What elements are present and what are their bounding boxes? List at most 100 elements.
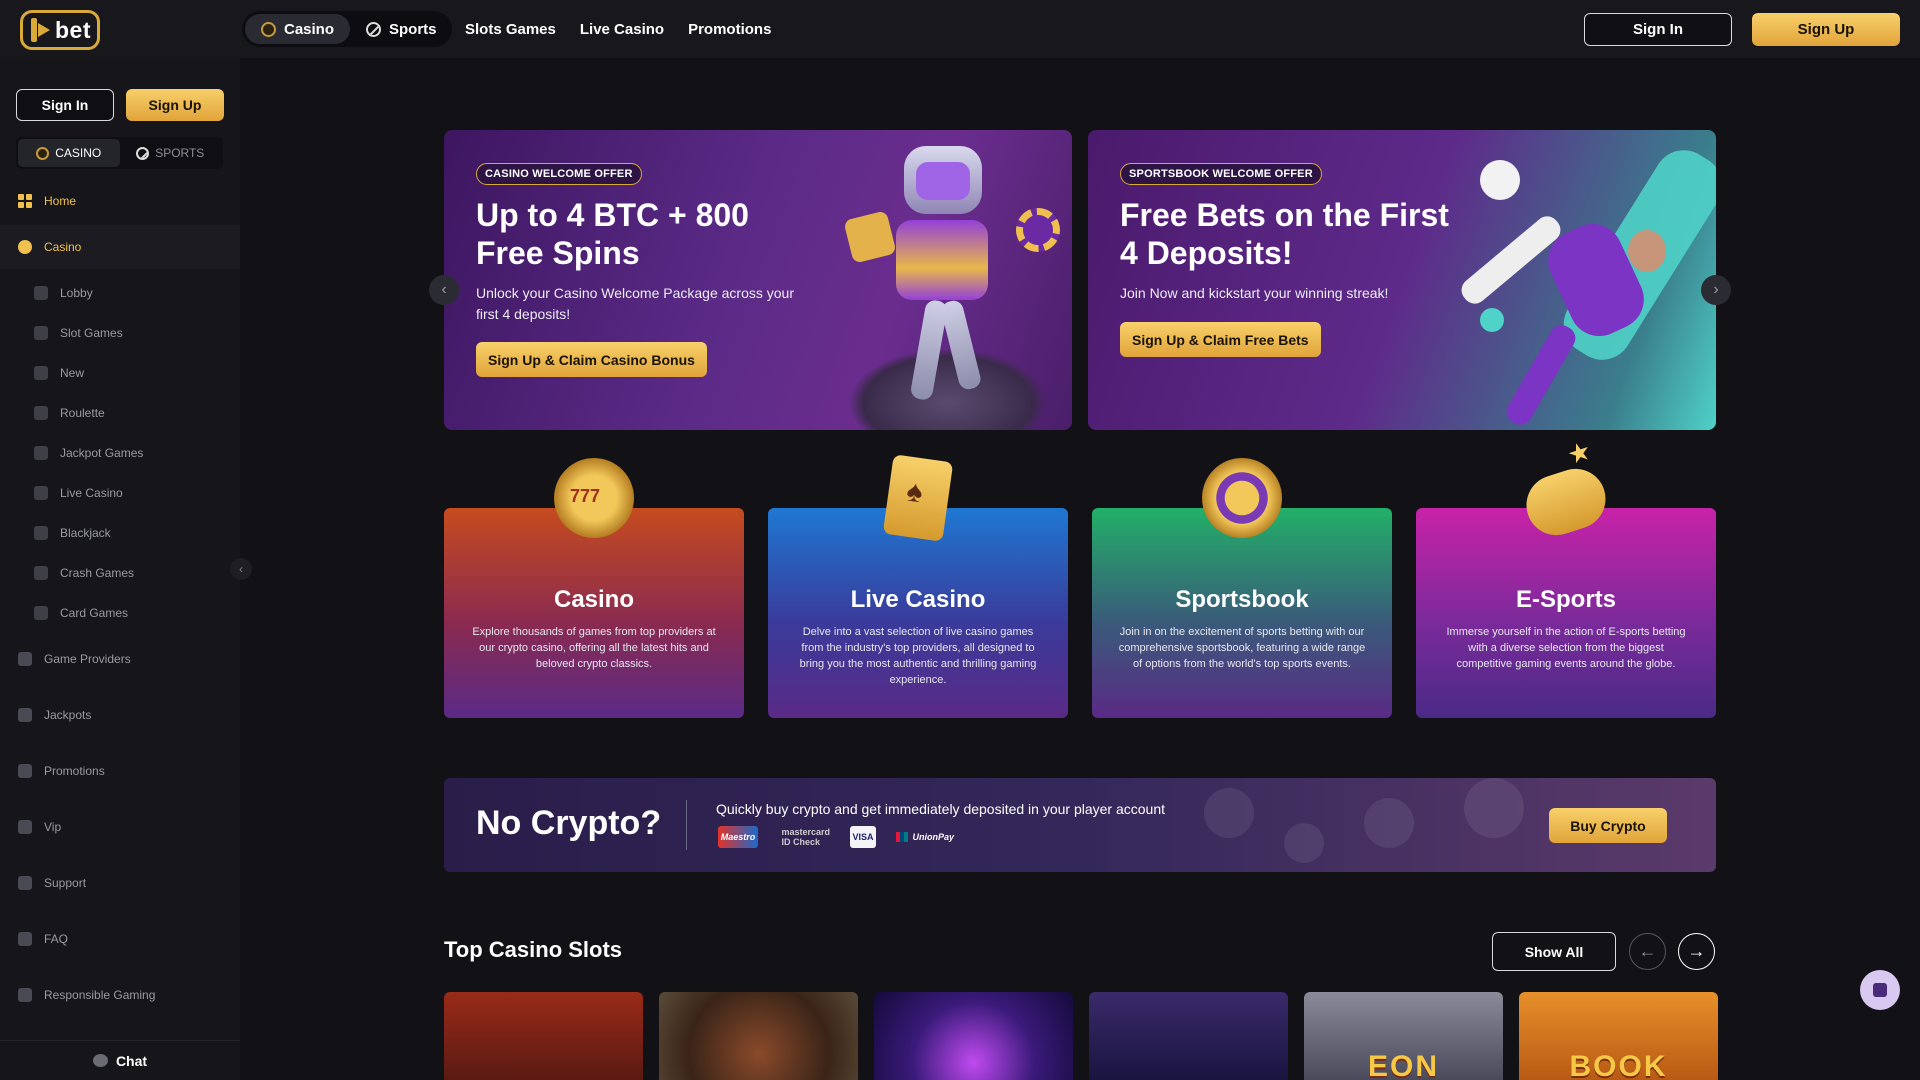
category-description: Delve into a vast selection of live casi… <box>799 626 1037 686</box>
sidebar-collapse-button[interactable]: ‹ <box>230 558 252 580</box>
sidebar-item-label: Jackpot Games <box>60 446 144 460</box>
main-nav: Slots Games Live Casino Promotions <box>465 0 771 58</box>
live-casino-icon <box>34 486 48 500</box>
sidebar-item-responsible-gaming[interactable]: Responsible Gaming <box>0 973 240 1017</box>
sidebar-item-roulette[interactable]: Roulette <box>0 397 240 429</box>
sidebar-item-label: Game Providers <box>44 652 131 666</box>
sportsbook-welcome-banner[interactable]: SPORTSBOOK WELCOME OFFER Free Bets on th… <box>1088 130 1716 430</box>
mastercard-logo-text: mastercard ID Check <box>781 827 830 847</box>
sidebar-item-label: Lobby <box>60 286 93 300</box>
banner-title: Free Bets on the First 4 Deposits! <box>1120 197 1449 271</box>
sidebar-item-label: Slot Games <box>60 326 123 340</box>
show-all-button[interactable]: Show All <box>1492 932 1616 971</box>
category-description: Join in on the excitement of sports bett… <box>1118 626 1366 670</box>
sidebar-sign-in-button[interactable]: Sign In <box>16 89 114 121</box>
sidebar-mode-sports-label: SPORTS <box>155 146 205 160</box>
sidebar: Sign In Sign Up CASINO SPORTS Home Casin… <box>0 58 240 1080</box>
banner-next-button[interactable]: › <box>1701 275 1731 305</box>
sidebar-item-home[interactable]: Home <box>0 179 240 223</box>
sidebar-item-vip[interactable]: Vip <box>0 805 240 849</box>
top-navbar: bet Casino Sports Slots Games Live Casin… <box>0 0 1920 58</box>
slot-game-tile[interactable]: BOOK <box>1519 992 1718 1080</box>
casino-chips-icon <box>18 240 32 254</box>
blackjack-icon <box>34 526 48 540</box>
payment-methods: Maestro mastercard ID Check VISA UnionPa… <box>718 826 960 848</box>
sidebar-item-new[interactable]: New <box>0 357 240 389</box>
sidebar-item-crash-games[interactable]: Crash Games <box>0 557 240 589</box>
mode-casino-button[interactable]: Casino <box>245 14 351 44</box>
section-title: Top Casino Slots <box>444 937 623 962</box>
slot-game-tile[interactable] <box>444 992 643 1080</box>
astronaut-robot-illustration <box>874 140 1024 430</box>
category-title: Live Casino <box>850 586 986 613</box>
crypto-title: No Crypto? <box>476 804 662 842</box>
nav-promotions[interactable]: Promotions <box>688 21 771 38</box>
header-sign-up-button[interactable]: Sign Up <box>1752 13 1900 46</box>
slots-next-button[interactable]: → <box>1678 933 1715 970</box>
sidebar-item-label: FAQ <box>44 932 69 946</box>
category-description: Immerse yourself in the action of E-spor… <box>1446 626 1686 670</box>
mastercard-logo: mastercard ID Check <box>772 826 836 848</box>
sidebar-item-label: Responsible Gaming <box>44 988 156 1002</box>
chevron-left-icon: ‹ <box>441 281 447 298</box>
header-sign-in-button[interactable]: Sign In <box>1584 13 1732 46</box>
unionpay-logo: UnionPay <box>890 826 960 848</box>
casino-sports-switch: Casino Sports <box>242 11 452 47</box>
football-player-head <box>1628 230 1666 272</box>
banner-title: Up to 4 BTC + 800 Free Spins <box>476 197 749 271</box>
casino-welcome-banner[interactable]: CASINO WELCOME OFFER Up to 4 BTC + 800 F… <box>444 130 1072 430</box>
sidebar-item-game-providers[interactable]: Game Providers <box>0 637 240 681</box>
brand-logo-text: bet <box>55 16 91 43</box>
sidebar-item-support[interactable]: Support <box>0 861 240 905</box>
slot-game-tile[interactable] <box>659 992 858 1080</box>
bitcoin-icon <box>1204 788 1254 838</box>
sidebar-item-slot-games[interactable]: Slot Games <box>0 317 240 349</box>
sidebar-item-jackpot-games[interactable]: Jackpot Games <box>0 437 240 469</box>
sidebar-chat-button[interactable]: Chat <box>0 1040 240 1080</box>
sidebar-item-live-casino[interactable]: Live Casino <box>0 477 240 509</box>
sidebar-item-faq[interactable]: FAQ <box>0 917 240 961</box>
live-chat-button[interactable] <box>1860 970 1900 1010</box>
visa-logo: VISA <box>850 826 876 848</box>
banner-prev-button[interactable]: ‹ <box>429 275 459 305</box>
sidebar-item-lobby[interactable]: Lobby <box>0 277 240 309</box>
sidebar-item-jackpots[interactable]: Jackpots <box>0 693 240 737</box>
category-card-esports[interactable]: E-Sports Immerse yourself in the action … <box>1416 461 1716 718</box>
football-player-leg <box>1502 320 1580 430</box>
crash-icon <box>34 566 48 580</box>
sidebar-mode-switch: CASINO SPORTS <box>16 137 223 169</box>
brand-logo[interactable]: bet <box>20 10 100 50</box>
divider <box>686 800 687 850</box>
sidebar-mode-sports[interactable]: SPORTS <box>120 139 222 167</box>
nav-live-casino[interactable]: Live Casino <box>580 21 664 38</box>
nav-slots-games[interactable]: Slots Games <box>465 21 556 38</box>
sidebar-mode-casino[interactable]: CASINO <box>18 139 120 167</box>
mode-sports-button[interactable]: Sports <box>350 14 453 44</box>
mode-sports-label: Sports <box>389 20 437 38</box>
spade-card-icon <box>882 454 954 542</box>
sidebar-item-casino[interactable]: Casino <box>0 225 240 269</box>
casino-chip-illustration <box>1016 208 1060 252</box>
sidebar-item-blackjack[interactable]: Blackjack <box>0 517 240 549</box>
sidebar-item-card-games[interactable]: Card Games <box>0 597 240 629</box>
sidebar-item-promotions[interactable]: Promotions <box>0 749 240 793</box>
slot-game-title: EON <box>1367 1050 1439 1080</box>
sidebar-sign-up-button[interactable]: Sign Up <box>126 89 224 121</box>
maestro-logo: Maestro <box>718 826 758 848</box>
category-card-live-casino[interactable]: Live Casino Delve into a vast selection … <box>768 454 1068 718</box>
slots-prev-button[interactable]: ← <box>1629 933 1666 970</box>
sidebar-item-label: Home <box>44 194 77 208</box>
slot-game-tile[interactable]: EON <box>1304 992 1503 1080</box>
slot-machine-icon <box>34 326 48 340</box>
slot-machine-icon <box>554 458 634 538</box>
sidebar-item-label: Blackjack <box>60 526 111 540</box>
category-card-casino[interactable]: Casino Explore thousands of games from t… <box>444 458 744 718</box>
chat-icon <box>1873 983 1887 997</box>
claim-casino-bonus-button[interactable]: Sign Up & Claim Casino Bonus <box>476 342 707 377</box>
buy-crypto-button[interactable]: Buy Crypto <box>1549 808 1667 843</box>
slot-game-tile[interactable] <box>874 992 1073 1080</box>
category-card-sportsbook[interactable]: Sportsbook Join in on the excitement of … <box>1092 458 1392 718</box>
slot-game-tile[interactable] <box>1089 992 1288 1080</box>
tron-icon <box>1464 778 1524 838</box>
claim-free-bets-button[interactable]: Sign Up & Claim Free Bets <box>1120 322 1321 357</box>
